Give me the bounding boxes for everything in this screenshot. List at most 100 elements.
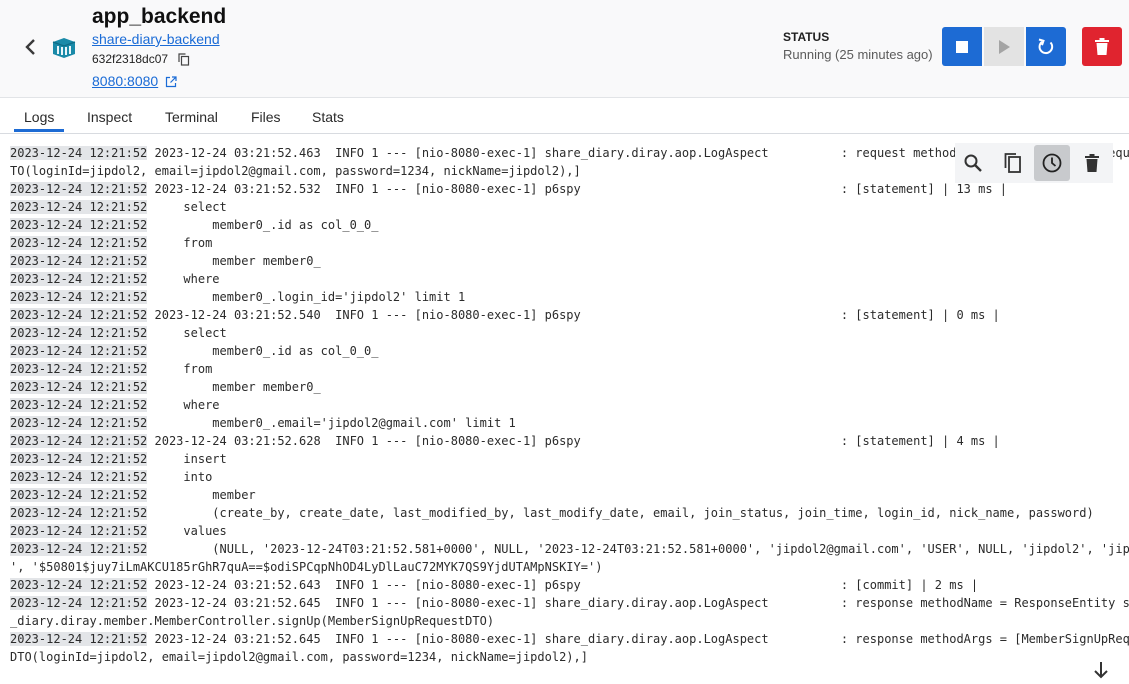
log-text: ', '$50801$juy7iLmAKCU185rGhR7quA==$odiS… — [10, 560, 603, 574]
tab-inspect[interactable]: Inspect — [87, 109, 132, 125]
log-text: values — [147, 524, 227, 538]
log-timestamp: 2023-12-24 12:21:52 — [10, 218, 148, 232]
log-text: DTO(loginId=jipdol2, email=jipdol2@gmail… — [10, 650, 588, 664]
play-icon — [999, 39, 1010, 54]
log-line: _diary.diray.member.MemberController.sig… — [10, 612, 494, 630]
log-timestamp: 2023-12-24 12:21:52 — [10, 308, 148, 322]
log-line: 2023-12-24 12:21:52 member member0_ — [10, 252, 321, 270]
restart-button[interactable] — [1026, 27, 1066, 66]
log-text: 2023-12-24 03:21:52.643 INFO 1 --- [nio-… — [147, 578, 979, 592]
log-line: 2023-12-24 12:21:52 member0_.id as col_0… — [10, 216, 378, 234]
log-timestamp: 2023-12-24 12:21:52 — [10, 416, 148, 430]
log-text: member0_.login_id='jipdol2' limit 1 — [147, 290, 466, 304]
external-link-icon[interactable] — [165, 75, 177, 88]
log-timestamp: 2023-12-24 12:21:52 — [10, 344, 148, 358]
search-logs-button[interactable] — [955, 145, 991, 181]
toggle-timestamps-button[interactable] — [1034, 145, 1070, 181]
clock-icon — [1042, 153, 1062, 173]
container-id: 632f2318dc07 — [92, 52, 169, 66]
log-timestamp: 2023-12-24 12:21:52 — [10, 524, 148, 538]
log-timestamp: 2023-12-24 12:21:52 — [10, 398, 148, 412]
log-text: 2023-12-24 03:21:52.645 INFO 1 --- [nio-… — [147, 632, 1129, 646]
log-line: 2023-12-24 12:21:52 (NULL, '2023-12-24T0… — [10, 540, 1129, 558]
copy-icon[interactable] — [178, 53, 190, 66]
container-header: app_backend share-diary-backend 632f2318… — [0, 0, 1129, 98]
stop-button[interactable] — [942, 27, 982, 66]
log-line: 2023-12-24 12:21:52 (create_by, create_d… — [10, 504, 1094, 522]
log-line: 2023-12-24 12:21:52 from — [10, 360, 212, 378]
log-line: 2023-12-24 12:21:52 member0_.email='jipd… — [10, 414, 516, 432]
restart-icon — [1038, 38, 1054, 54]
log-line: 2023-12-24 12:21:52 into — [10, 468, 212, 486]
log-timestamp: 2023-12-24 12:21:52 — [10, 632, 148, 646]
log-timestamp: 2023-12-24 12:21:52 — [10, 434, 148, 448]
log-timestamp: 2023-12-24 12:21:52 — [10, 290, 148, 304]
log-text: select — [147, 326, 227, 340]
log-line: 2023-12-24 12:21:52 member0_.id as col_0… — [10, 342, 378, 360]
tab-logs[interactable]: Logs — [24, 109, 54, 125]
log-line: 2023-12-24 12:21:52 insert — [10, 450, 227, 468]
log-timestamp: 2023-12-24 12:21:52 — [10, 452, 148, 466]
log-text: 2023-12-24 03:21:52.532 INFO 1 --- [nio-… — [147, 182, 1008, 196]
log-text: 2023-12-24 03:21:52.628 INFO 1 --- [nio-… — [147, 434, 1000, 448]
log-line: 2023-12-24 12:21:52 2023-12-24 03:21:52.… — [10, 594, 1129, 612]
log-line: 2023-12-24 12:21:52 from — [10, 234, 212, 252]
log-line: 2023-12-24 12:21:52 values — [10, 522, 227, 540]
log-timestamp: 2023-12-24 12:21:52 — [10, 488, 148, 502]
start-button[interactable] — [984, 27, 1024, 66]
log-line: 2023-12-24 12:21:52 2023-12-24 03:21:52.… — [10, 630, 1129, 648]
image-link[interactable]: share-diary-backend — [92, 31, 220, 47]
active-tab-indicator — [14, 129, 64, 132]
log-text: _diary.diray.member.MemberController.sig… — [10, 614, 495, 628]
scroll-to-bottom-button[interactable] — [1090, 658, 1112, 682]
tab-terminal[interactable]: Terminal — [165, 109, 218, 125]
container-icon — [50, 35, 78, 61]
log-timestamp: 2023-12-24 12:21:52 — [10, 578, 148, 592]
log-line: ', '$50801$juy7iLmAKCU185rGhR7quA==$odiS… — [10, 558, 602, 576]
trash-icon — [1095, 37, 1109, 55]
chevron-left-icon — [25, 39, 35, 55]
log-text: from — [147, 362, 213, 376]
log-line: 2023-12-24 12:21:52 2023-12-24 03:21:52.… — [10, 306, 1000, 324]
log-timestamp: 2023-12-24 12:21:52 — [10, 272, 148, 286]
log-line: 2023-12-24 12:21:52 member member0_ — [10, 378, 321, 396]
search-icon — [964, 154, 982, 172]
log-line: 2023-12-24 12:21:52 2023-12-24 03:21:52.… — [10, 432, 1000, 450]
log-timestamp: 2023-12-24 12:21:52 — [10, 254, 148, 268]
log-line: 2023-12-24 12:21:52 2023-12-24 03:21:52.… — [10, 576, 978, 594]
log-line: 2023-12-24 12:21:52 where — [10, 396, 220, 414]
log-output[interactable]: 2023-12-24 12:21:52 2023-12-24 03:21:52.… — [0, 135, 1129, 684]
delete-button[interactable] — [1082, 27, 1122, 66]
clear-logs-button[interactable] — [1074, 145, 1110, 181]
back-button[interactable] — [20, 35, 42, 59]
log-timestamp: 2023-12-24 12:21:52 — [10, 596, 148, 610]
container-name: app_backend — [92, 5, 227, 28]
arrow-down-icon — [1094, 662, 1108, 679]
log-text: member0_.email='jipdol2@gmail.com' limit… — [147, 416, 516, 430]
log-text: 2023-12-24 03:21:52.540 INFO 1 --- [nio-… — [147, 308, 1000, 322]
log-text: select — [147, 200, 227, 214]
log-toolbar — [955, 143, 1113, 183]
log-text: TO(loginId=jipdol2, email=jipdol2@gmail.… — [10, 164, 581, 178]
log-line: 2023-12-24 12:21:52 2023-12-24 03:21:52.… — [10, 180, 1007, 198]
log-timestamp: 2023-12-24 12:21:52 — [10, 542, 148, 556]
log-timestamp: 2023-12-24 12:21:52 — [10, 506, 148, 520]
log-line: 2023-12-24 12:21:52 select — [10, 198, 227, 216]
log-timestamp: 2023-12-24 12:21:52 — [10, 362, 148, 376]
trash-icon — [1085, 153, 1099, 172]
log-timestamp: 2023-12-24 12:21:52 — [10, 200, 148, 214]
status-label: STATUS — [783, 30, 830, 44]
log-line: 2023-12-24 12:21:52 member0_.login_id='j… — [10, 288, 465, 306]
log-text: (NULL, '2023-12-24T03:21:52.581+0000', N… — [147, 542, 1129, 556]
log-timestamp: 2023-12-24 12:21:52 — [10, 182, 148, 196]
log-text: member member0_ — [147, 254, 321, 268]
tab-stats[interactable]: Stats — [312, 109, 344, 125]
log-timestamp: 2023-12-24 12:21:52 — [10, 236, 148, 250]
log-text: member0_.id as col_0_0_ — [147, 218, 379, 232]
log-text: where — [147, 398, 220, 412]
copy-logs-button[interactable] — [995, 145, 1031, 181]
log-line: DTO(loginId=jipdol2, email=jipdol2@gmail… — [10, 648, 588, 666]
tab-files[interactable]: Files — [251, 109, 281, 125]
log-timestamp: 2023-12-24 12:21:52 — [10, 326, 148, 340]
port-link[interactable]: 8080:8080 — [92, 73, 158, 89]
